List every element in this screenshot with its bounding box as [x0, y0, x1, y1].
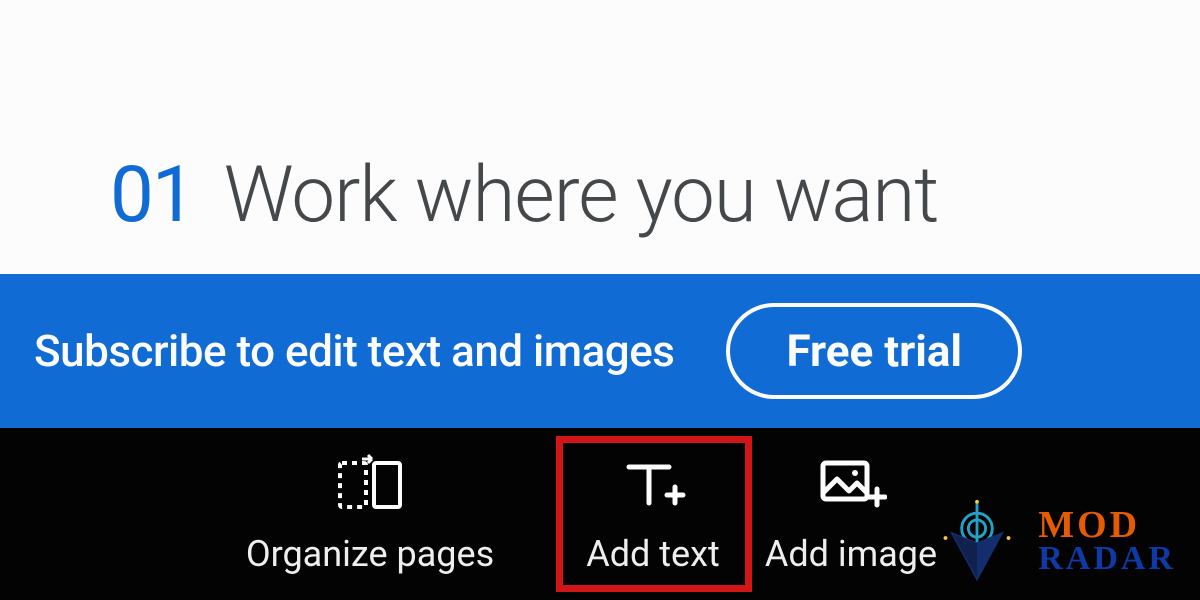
document-heading: 01 Work where you want	[110, 150, 1200, 241]
section-number: 01	[110, 150, 194, 241]
add-text-button[interactable]: Add text	[560, 428, 746, 600]
add-text-label: Add text	[586, 533, 720, 575]
organize-pages-icon	[334, 453, 406, 521]
subscribe-banner-text: Subscribe to edit text and images	[34, 325, 674, 377]
toolbar-spacer	[0, 428, 180, 600]
add-text-icon	[617, 453, 689, 521]
organize-pages-button[interactable]: Organize pages	[180, 428, 560, 600]
free-trial-button[interactable]: Free trial	[726, 303, 1022, 399]
add-image-button[interactable]: Add image	[746, 428, 956, 600]
organize-pages-label: Organize pages	[246, 533, 494, 575]
add-image-label: Add image	[765, 533, 937, 575]
edit-toolbar: Organize pages Add text	[0, 428, 1200, 600]
document-preview: 01 Work where you want	[0, 0, 1200, 274]
section-title: Work where you want	[224, 150, 939, 241]
subscribe-banner: Subscribe to edit text and images Free t…	[0, 274, 1200, 428]
add-image-icon	[815, 453, 887, 521]
